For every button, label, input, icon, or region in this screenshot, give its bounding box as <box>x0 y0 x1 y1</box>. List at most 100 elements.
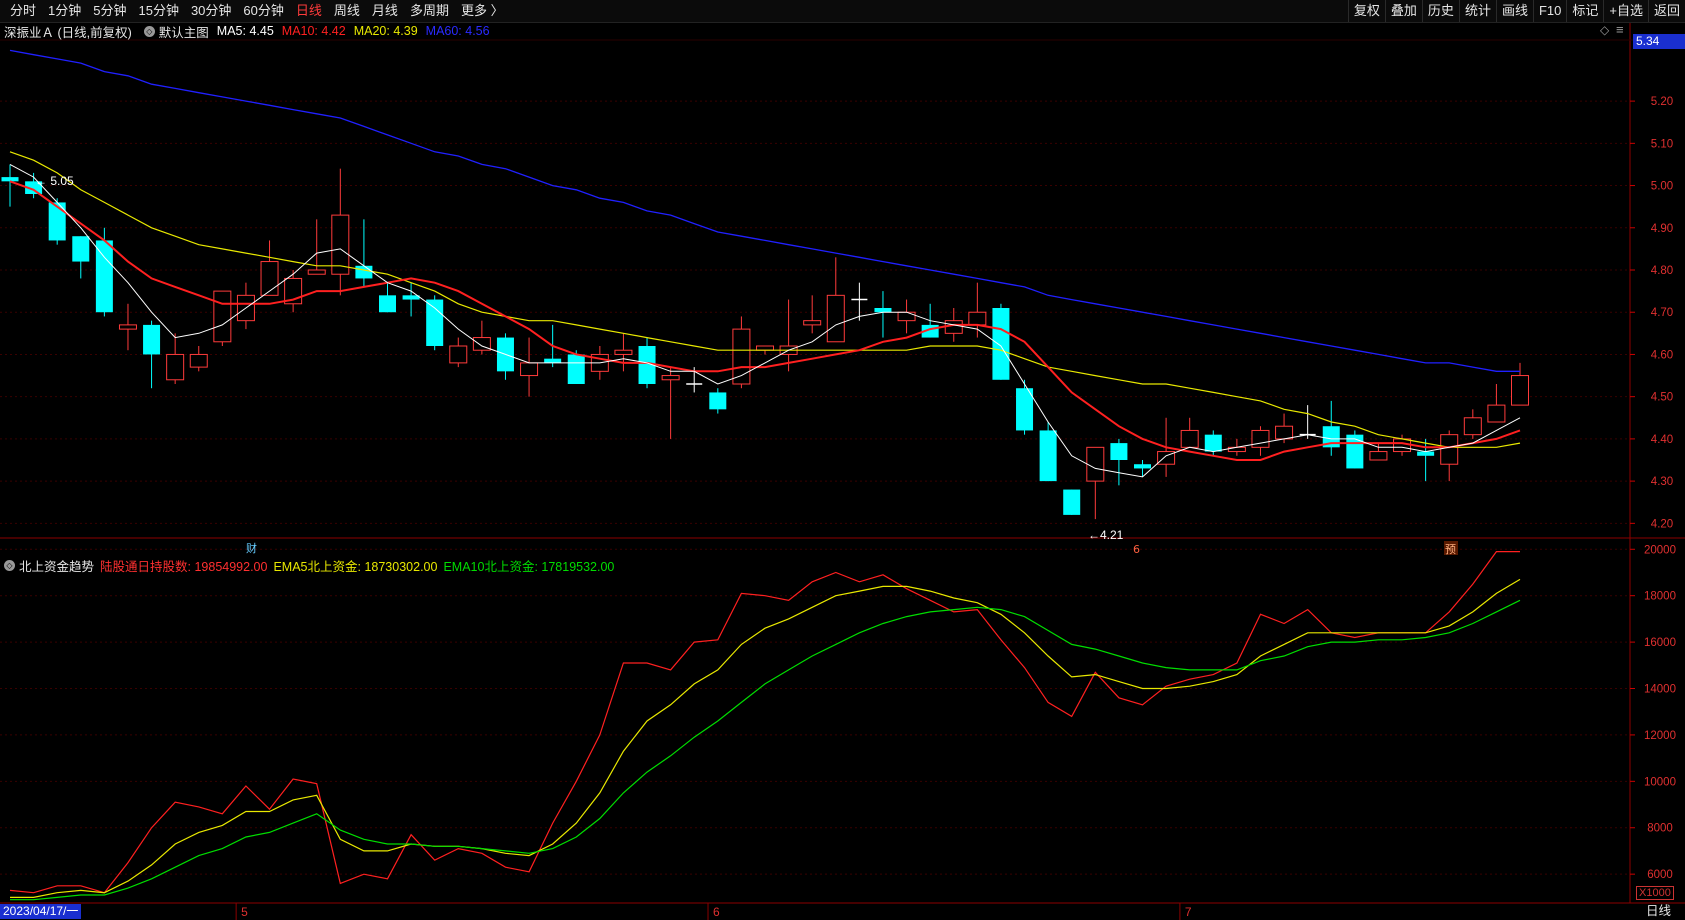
ma60-value: MA60: 4.56 <box>425 24 490 38</box>
price-tick-label: 4.70 <box>1651 307 1673 319</box>
period-tabs: 分时 1分钟 5分钟 15分钟 30分钟 60分钟 日线 周线 月线 多周期 更多 〉 <box>0 0 510 22</box>
menu-icon[interactable]: ≡ <box>1616 22 1624 37</box>
month-label: 5 <box>241 905 248 919</box>
candle-body <box>1134 464 1151 469</box>
indicator-name[interactable]: 北上资金趋势 <box>19 556 94 575</box>
candle-body <box>72 236 90 262</box>
top-toolbar: 分时 1分钟 5分钟 15分钟 30分钟 60分钟 日线 周线 月线 多周期 更多 〉 复权 叠加 历史… <box>0 0 1685 23</box>
tool-button-2[interactable]: 历史 <box>1421 0 1459 22</box>
candle-body <box>379 295 396 313</box>
indicator-tick-label: 8000 <box>1647 823 1673 835</box>
price-tick-label: 4.90 <box>1651 223 1673 235</box>
indicator-tick-label: 20000 <box>1644 544 1676 556</box>
tool-button-5[interactable]: F10 <box>1532 0 1566 22</box>
period-tab-4[interactable]: 30分钟 <box>185 0 237 22</box>
candle-body <box>426 299 444 346</box>
tool-button-4[interactable]: 画线 <box>1495 0 1533 22</box>
candle-body <box>213 290 232 343</box>
period-tab-5[interactable]: 60分钟 <box>237 0 289 22</box>
candle-body <box>118 324 137 330</box>
chart-canvas[interactable]: 5.20 5.10 5.00 4.90 4.80 4.70 4.60 4.50 4.40 4.30… <box>0 0 1685 920</box>
ema10-line <box>10 599 1521 901</box>
candle-body <box>1346 434 1364 469</box>
event-marker: 6 <box>1133 543 1140 556</box>
candle-body <box>1204 434 1222 452</box>
candle-body <box>1463 417 1482 436</box>
period-tab-10[interactable]: 更多 〉 <box>455 0 510 22</box>
period-tab-6[interactable]: 日线 <box>290 0 328 22</box>
month-label: 6 <box>713 905 720 919</box>
candle-body <box>1251 429 1270 448</box>
indicator-tick-label: 10000 <box>1644 776 1676 788</box>
period-label[interactable]: 日线 <box>1646 903 1671 920</box>
indicator-tick-label: 16000 <box>1644 637 1676 649</box>
ma20-line <box>9 151 1521 448</box>
price-tick-label: 4.50 <box>1651 392 1673 404</box>
period-tab-2[interactable]: 5分钟 <box>87 0 132 22</box>
ema5-value: EMA5北上资金: 18730302.00 <box>273 559 438 574</box>
candle-body <box>1275 425 1294 440</box>
candle-body <box>968 311 987 326</box>
price-tick-label: 5.00 <box>1651 181 1673 193</box>
indicator-tick-label: 12000 <box>1644 730 1676 742</box>
period-tab-0[interactable]: 分时 <box>4 0 42 22</box>
ma10-line <box>9 180 1521 461</box>
candle-body <box>355 265 373 279</box>
ema10-value: EMA10北上资金: 17819532.00 <box>443 559 615 574</box>
period-tab-3[interactable]: 15分钟 <box>132 0 184 22</box>
ma10-value: MA10: 4.42 <box>281 24 346 38</box>
candle-body <box>189 353 208 368</box>
price-tick-label: 5.10 <box>1651 138 1673 150</box>
ma20-value: MA20: 4.39 <box>353 24 418 38</box>
stock-title[interactable]: 深振业Ａ (日线,前复权) <box>4 22 132 41</box>
candle-body <box>143 324 161 355</box>
settings-icon[interactable]: ◇ <box>143 25 155 37</box>
tool-button-6[interactable]: 标记 <box>1566 0 1603 22</box>
tool-button-8[interactable]: 返回 <box>1647 0 1685 22</box>
tool-button-0[interactable]: 复权 <box>1347 0 1385 22</box>
ma60-line <box>9 49 1520 372</box>
diamond-icon[interactable]: ◇ <box>1600 23 1609 37</box>
main-chart-label[interactable]: 默认主图 <box>159 22 209 41</box>
period-tab-7[interactable]: 周线 <box>328 0 366 22</box>
period-tab-8[interactable]: 月线 <box>366 0 404 22</box>
current-price-badge: 5.34 <box>1633 34 1685 49</box>
price-tick-label: 4.20 <box>1651 518 1673 530</box>
candle-body <box>1417 451 1435 456</box>
candle-body <box>567 354 585 384</box>
indicator-header: ◇ 北上资金趋势 陆股通日持股数: 19854992.00 EMA5北上资金: … <box>0 556 1630 574</box>
candle-body <box>1039 430 1057 482</box>
price-tick-label: 4.30 <box>1651 476 1673 488</box>
price-tick-label: 4.80 <box>1651 265 1673 277</box>
candle-body <box>709 392 727 410</box>
candle-body <box>1110 443 1128 460</box>
period-tab-1[interactable]: 1分钟 <box>42 0 87 22</box>
price-tick-label: 4.40 <box>1651 434 1673 446</box>
candle-body <box>614 349 633 355</box>
tool-button-1[interactable]: 叠加 <box>1384 0 1422 22</box>
price-tick-label: 5.20 <box>1651 96 1673 108</box>
ema5-line <box>10 578 1521 899</box>
candle-body <box>307 269 326 275</box>
high-price-label: ← 5.05 <box>35 174 74 188</box>
candle-body <box>897 311 916 322</box>
indicator-tick-label: 6000 <box>1647 869 1673 881</box>
tool-button-3[interactable]: 统计 <box>1458 0 1496 22</box>
price-tick-label: 4.60 <box>1651 349 1673 361</box>
candle-body <box>1487 404 1506 423</box>
candle-body <box>449 345 468 364</box>
ma5-value: MA5: 4.45 <box>216 24 274 38</box>
forecast-marker: 预 <box>1445 543 1456 556</box>
indicator-settings-icon[interactable]: ◇ <box>4 559 15 571</box>
candle-body <box>520 362 539 377</box>
candle-body <box>1086 446 1105 482</box>
candle-body <box>803 320 822 326</box>
candle-body <box>826 294 845 343</box>
indicator-tick-label: 18000 <box>1644 591 1676 603</box>
period-tab-9[interactable]: 多周期 <box>404 0 455 22</box>
candle-body <box>756 345 774 351</box>
candle-body <box>1440 434 1459 465</box>
tool-buttons: 复权 叠加 历史 统计 画线 F10 标记 +自选 返回 <box>1347 0 1685 22</box>
indicator-tick-label: 14000 <box>1644 684 1676 696</box>
tool-button-7[interactable]: +自选 <box>1603 0 1648 22</box>
